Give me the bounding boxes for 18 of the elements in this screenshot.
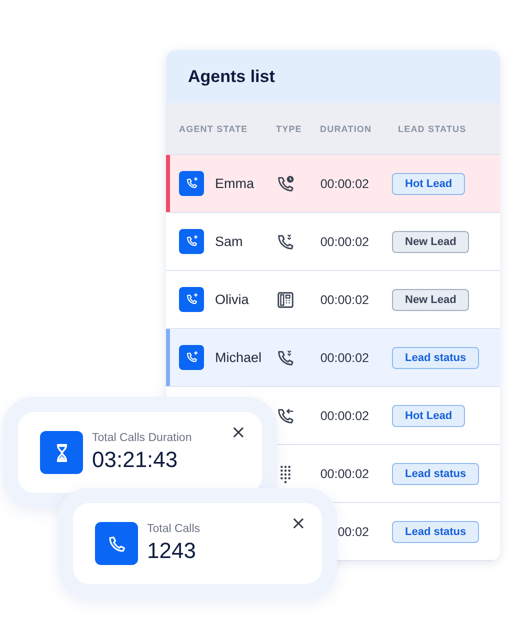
column-header: AGENT STATE [178,124,249,134]
agent-name: Emma [215,176,254,191]
stat-value: 1243 [147,538,197,564]
duration-text: 00:00:02 [320,176,369,190]
card-title: Agents list [188,66,275,86]
column-header: DURATION [319,124,373,134]
agent-name: Michael [215,350,262,365]
duration-text: 00:00:02 [320,408,369,422]
agent-name: Olivia [215,292,249,307]
duration-text: 00:00:02 [320,234,369,248]
column-header: TYPE [276,124,303,134]
duration-text: 00:00:02 [320,292,369,306]
duration-text: 00:00:02 [320,466,369,480]
stat-label: Total Calls [147,523,200,535]
column-header: LEAD STATUS [397,124,466,134]
duration-text: 00:00:02 [320,350,369,364]
agent-name: Sam [215,234,243,249]
duration-text: 00:02 [338,524,369,538]
